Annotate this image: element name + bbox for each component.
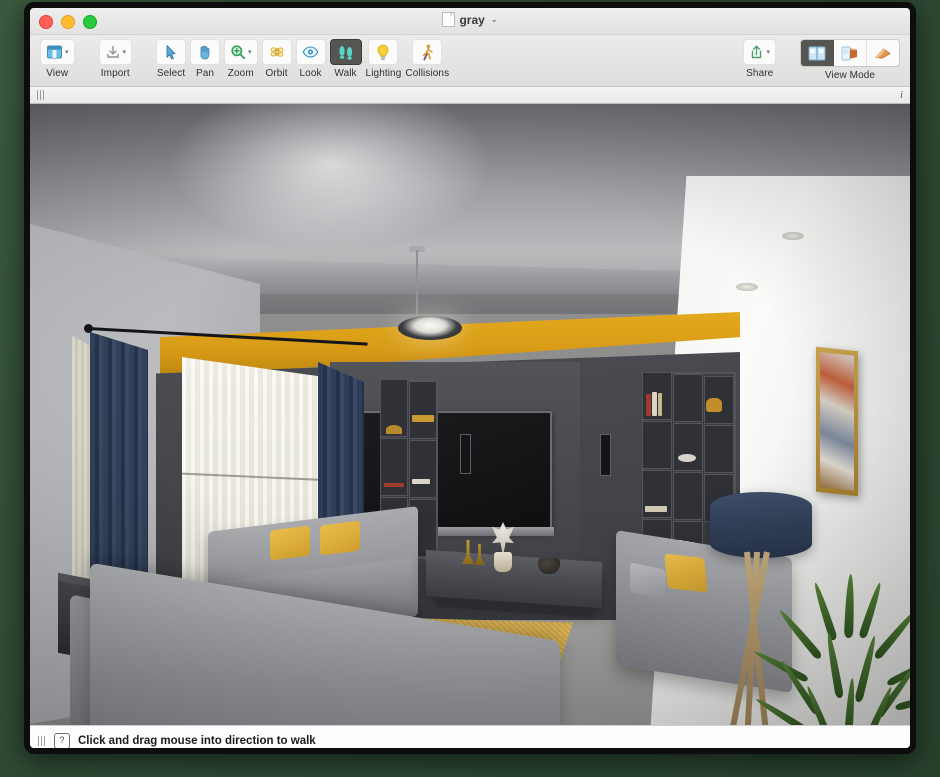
hand-icon: [197, 44, 213, 60]
scene-pendant-lamp: [398, 316, 462, 340]
status-bar: ? Click and drag mouse into direction to…: [30, 725, 910, 754]
scene-artwork-canvas: [820, 352, 854, 491]
toolbar-item-pan[interactable]: Pan: [190, 39, 220, 79]
orbit-icon: [269, 44, 285, 60]
scene-plant-foliage: [800, 574, 910, 725]
document-icon: [442, 12, 455, 27]
import-icon: [105, 44, 121, 60]
toolbar-item-lighting[interactable]: Lighting: [366, 39, 402, 79]
desktop-background: gray ⌄ ▾ View: [0, 0, 940, 777]
import-button[interactable]: ▾: [99, 39, 133, 65]
share-icon: [749, 44, 764, 60]
drag-grip-icon[interactable]: [38, 736, 46, 746]
aerial-view-icon: [808, 46, 826, 61]
scene-floor-lamp-shade: [710, 492, 812, 558]
toolbar-label-view-mode: View Mode: [825, 70, 875, 81]
select-button[interactable]: [156, 39, 186, 65]
view-mode-segmented-control[interactable]: [800, 39, 900, 67]
share-button[interactable]: ▾: [743, 39, 776, 65]
collisions-button[interactable]: [412, 39, 442, 65]
zoom-button[interactable]: ▾: [224, 39, 258, 65]
doorway-view-icon: [841, 46, 859, 61]
scene-pendant-rod: [416, 250, 418, 320]
toolbar-label-collisions: Collisions: [405, 68, 449, 79]
toolbar-label-look: Look: [300, 68, 322, 79]
toolbar-label-lighting: Lighting: [366, 68, 402, 79]
document-title-label: gray: [459, 13, 484, 27]
status-message: Click and drag mouse into direction to w…: [78, 735, 316, 747]
orbit-button[interactable]: [262, 39, 292, 65]
toolbar-item-share[interactable]: ▾ Share: [743, 39, 776, 79]
pan-button[interactable]: [190, 39, 220, 65]
toolbar-label-select: Select: [157, 68, 185, 79]
toolbar-label-orbit: Orbit: [265, 68, 287, 79]
help-icon[interactable]: ?: [54, 733, 70, 749]
cursor-arrow-icon: [164, 44, 178, 60]
chevron-down-icon[interactable]: ▾: [766, 49, 770, 56]
walking-man-icon: [420, 44, 434, 61]
toolbar-label-share: Share: [746, 68, 773, 79]
lightbulb-icon: [376, 44, 390, 61]
chevron-down-icon[interactable]: ▾: [123, 49, 127, 56]
3d-viewport[interactable]: [30, 104, 910, 725]
scene-downlight-1: [782, 232, 804, 240]
toolbar-item-import[interactable]: ▾ Import: [99, 39, 133, 79]
document-title-group[interactable]: gray ⌄: [30, 12, 910, 27]
toolbar-item-view-mode[interactable]: View Mode: [800, 39, 900, 81]
scene-curtain-rod-finial: [84, 324, 93, 333]
view-mode-material-button[interactable]: [867, 40, 899, 66]
look-button[interactable]: [296, 39, 326, 65]
view-button[interactable]: ▾: [40, 39, 75, 65]
secondary-toolbar-strip: i: [30, 87, 910, 104]
walk-button[interactable]: [330, 39, 362, 65]
toolbar-item-view[interactable]: ▾ View: [40, 39, 75, 79]
scene-speaker-right: [600, 434, 611, 476]
chevron-down-icon[interactable]: ⌄: [491, 15, 498, 24]
view-mode-aerial-button[interactable]: [801, 40, 834, 66]
toolbar-label-zoom: Zoom: [228, 68, 254, 79]
toolbar-item-walk[interactable]: Walk: [330, 39, 362, 79]
scene-soundbar: [504, 502, 549, 513]
toolbar-item-select[interactable]: Select: [156, 39, 186, 79]
scene-pillow-3: [664, 554, 707, 593]
scene-pillow-1: [270, 526, 310, 561]
drag-grip-icon[interactable]: [37, 90, 45, 100]
toolbar-label-import: Import: [101, 68, 130, 79]
window-titlebar: gray ⌄: [30, 8, 910, 35]
view-panel-icon: [46, 44, 63, 60]
toolbar-label-walk: Walk: [334, 68, 356, 79]
toolbar-label-view: View: [46, 68, 68, 79]
lighting-button[interactable]: [368, 39, 398, 65]
scene-downlight-2: [736, 283, 758, 291]
view-mode-doorway-button[interactable]: [834, 40, 867, 66]
eye-icon: [302, 45, 319, 59]
toolbar-item-look[interactable]: Look: [296, 39, 326, 79]
main-toolbar: ▾ View ▾ Import: [30, 35, 910, 87]
scene-pillow-2: [320, 521, 360, 556]
toolbar-item-orbit[interactable]: Orbit: [262, 39, 292, 79]
scene-speaker-left: [460, 434, 471, 474]
toolbar-item-zoom[interactable]: ▾ Zoom: [224, 39, 258, 79]
magnifier-icon: [230, 44, 246, 60]
application-window: gray ⌄ ▾ View: [24, 2, 916, 754]
toolbar-item-collisions[interactable]: Collisions: [405, 39, 449, 79]
material-view-icon: [874, 46, 892, 61]
scene-framed-artwork: [816, 347, 858, 496]
chevron-down-icon[interactable]: ▾: [248, 49, 252, 56]
footprints-icon: [336, 44, 356, 60]
chevron-down-icon[interactable]: ▾: [65, 49, 69, 56]
toolbar-label-pan: Pan: [196, 68, 214, 79]
info-icon[interactable]: i: [900, 89, 903, 101]
scene-decor-vase: [494, 552, 512, 572]
